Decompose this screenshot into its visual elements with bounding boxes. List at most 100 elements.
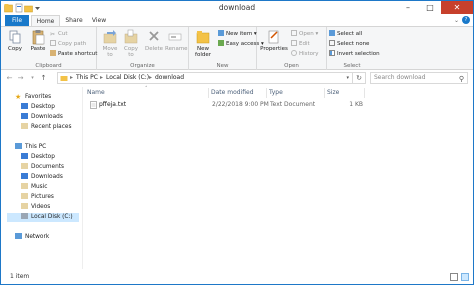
search-icon: ⚲ [458, 75, 464, 83]
up-button[interactable]: ↑ [39, 73, 48, 83]
text-file-icon [90, 101, 97, 109]
new-item-label: New item [226, 31, 253, 37]
refresh-button[interactable]: ↻ [353, 72, 366, 84]
breadcrumb-separator-icon: ▸ [149, 74, 153, 81]
properties-button[interactable]: Properties [260, 29, 288, 52]
breadcrumb-separator-icon: ▸ [70, 74, 74, 81]
column-header-date[interactable]: Date modified [209, 88, 267, 98]
column-date-label: Date modified [211, 89, 254, 96]
open-label: Open [299, 31, 314, 37]
chevron-down-icon: ▾ [315, 31, 319, 37]
new-folder-button[interactable]: New folder [192, 29, 214, 58]
minimize-icon: – [406, 3, 410, 12]
nav-label: Desktop [31, 154, 55, 160]
nav-pc-downloads[interactable]: Downloads [21, 173, 63, 182]
move-to-button[interactable]: Move to [100, 29, 120, 58]
help-icon[interactable]: ? [462, 16, 470, 24]
forward-button[interactable]: → [16, 73, 25, 83]
address-bar[interactable]: ▸ This PC ▸ Local Disk (C:) ▸ download ▾ [57, 72, 353, 84]
nav-pc-documents[interactable]: Documents [21, 163, 64, 172]
breadcrumb-this-pc[interactable]: This PC [76, 73, 98, 83]
recent-locations-button[interactable]: ▾ [28, 73, 37, 83]
nav-label: Local Disk (C:) [31, 214, 73, 220]
copy-icon [9, 30, 21, 44]
breadcrumb-separator-icon: ▸ [100, 74, 104, 81]
nav-favorites-recent[interactable]: Recent places [21, 123, 72, 132]
cut-label: Cut [58, 31, 68, 37]
nav-pc-desktop[interactable]: Desktop [21, 153, 55, 162]
history-icon [291, 50, 297, 56]
nav-favorites-label: Favorites [25, 94, 52, 100]
file-row[interactable]: pffeja.txt 2/22/2018 9:00 PM Text Docume… [85, 100, 473, 110]
breadcrumb-download[interactable]: download [155, 73, 184, 83]
nav-pc-pictures[interactable]: Pictures [21, 193, 54, 202]
edit-button[interactable]: Edit [291, 40, 310, 48]
copy-path-button[interactable]: Copy path [50, 40, 86, 48]
star-icon: ★ [15, 93, 22, 101]
new-item-button[interactable]: New item ▾ [218, 30, 257, 38]
invert-selection-button[interactable]: Invert selection [329, 50, 380, 58]
new-folder-label: New folder [195, 46, 211, 58]
select-none-button[interactable]: Select none [329, 40, 369, 48]
nav-label: Desktop [31, 104, 55, 110]
paste-icon [32, 30, 45, 45]
paste-label: Paste [30, 46, 46, 52]
open-button[interactable]: Open ▾ [291, 30, 318, 38]
title-bar: download – □ ✕ [1, 1, 473, 15]
paste-shortcut-button[interactable]: Paste shortcut [50, 50, 97, 58]
item-count: 1 item [10, 273, 30, 280]
column-header-type[interactable]: Type [267, 88, 325, 98]
copy-to-button[interactable]: Copy to [121, 29, 141, 58]
properties-icon [268, 30, 279, 44]
column-header-size[interactable]: Size [325, 88, 365, 98]
copy-button[interactable]: Copy [5, 29, 25, 52]
copy-label: Copy [8, 46, 22, 52]
details-view-button[interactable] [450, 273, 458, 281]
paste-button[interactable]: Paste [28, 29, 48, 52]
back-button[interactable]: ← [5, 73, 14, 83]
nav-favorites[interactable]: ★ Favorites [15, 93, 51, 102]
easy-access-icon [218, 40, 224, 46]
nav-label: Videos [31, 204, 51, 210]
nav-pc-videos[interactable]: Videos [21, 203, 50, 212]
nav-label: Downloads [31, 174, 63, 180]
move-to-icon [103, 30, 117, 44]
nav-favorites-desktop[interactable]: Desktop [21, 103, 55, 112]
rename-label: Rename [165, 46, 188, 52]
close-button[interactable]: ✕ [441, 1, 473, 14]
organize-group-label: Organize [130, 63, 155, 69]
nav-this-pc[interactable]: This PC [15, 143, 46, 152]
file-list: Name ˄ Date modified Type Size pffeja.tx… [85, 86, 473, 269]
nav-pc-local-disk[interactable]: Local Disk (C:) [7, 213, 79, 222]
nav-label: Music [31, 184, 48, 190]
nav-network[interactable]: Network [15, 233, 49, 242]
music-icon [21, 183, 28, 189]
nav-favorites-downloads[interactable]: Downloads [21, 113, 63, 122]
new-group-label: New [216, 63, 229, 69]
paste-shortcut-icon [50, 50, 56, 56]
downloads-icon [21, 173, 28, 179]
tab-file[interactable]: File [5, 15, 29, 26]
new-item-icon [218, 30, 224, 36]
ribbon-expand-icon[interactable]: ⌄ [454, 17, 459, 24]
tab-share[interactable]: Share [61, 15, 87, 26]
navigation-pane: ★ Favorites Desktop Downloads Recent plac… [1, 87, 83, 269]
column-type-label: Type [269, 89, 283, 96]
select-all-label: Select all [337, 31, 363, 37]
cut-button[interactable]: ✂ Cut [50, 30, 67, 38]
large-icons-view-button[interactable] [461, 273, 469, 281]
select-all-button[interactable]: Select all [329, 30, 362, 38]
delete-icon [149, 31, 159, 41]
address-row: ← → ▾ ↑ ▸ This PC ▸ Local Disk (C:) ▸ do… [1, 71, 473, 85]
rename-button[interactable]: Rename [165, 29, 188, 52]
history-button[interactable]: History [291, 50, 319, 58]
nav-pc-music[interactable]: Music [21, 183, 48, 192]
maximize-button[interactable]: □ [419, 1, 441, 14]
address-dropdown-icon[interactable]: ▾ [346, 73, 349, 83]
breadcrumb-local-disk[interactable]: Local Disk (C:) [106, 73, 149, 83]
tab-view[interactable]: View [87, 15, 111, 26]
search-input[interactable]: Search download ⚲ [370, 72, 468, 84]
file-name: pffeja.txt [99, 101, 127, 108]
delete-button[interactable]: Delete [144, 29, 164, 52]
minimize-button[interactable]: – [397, 1, 419, 14]
